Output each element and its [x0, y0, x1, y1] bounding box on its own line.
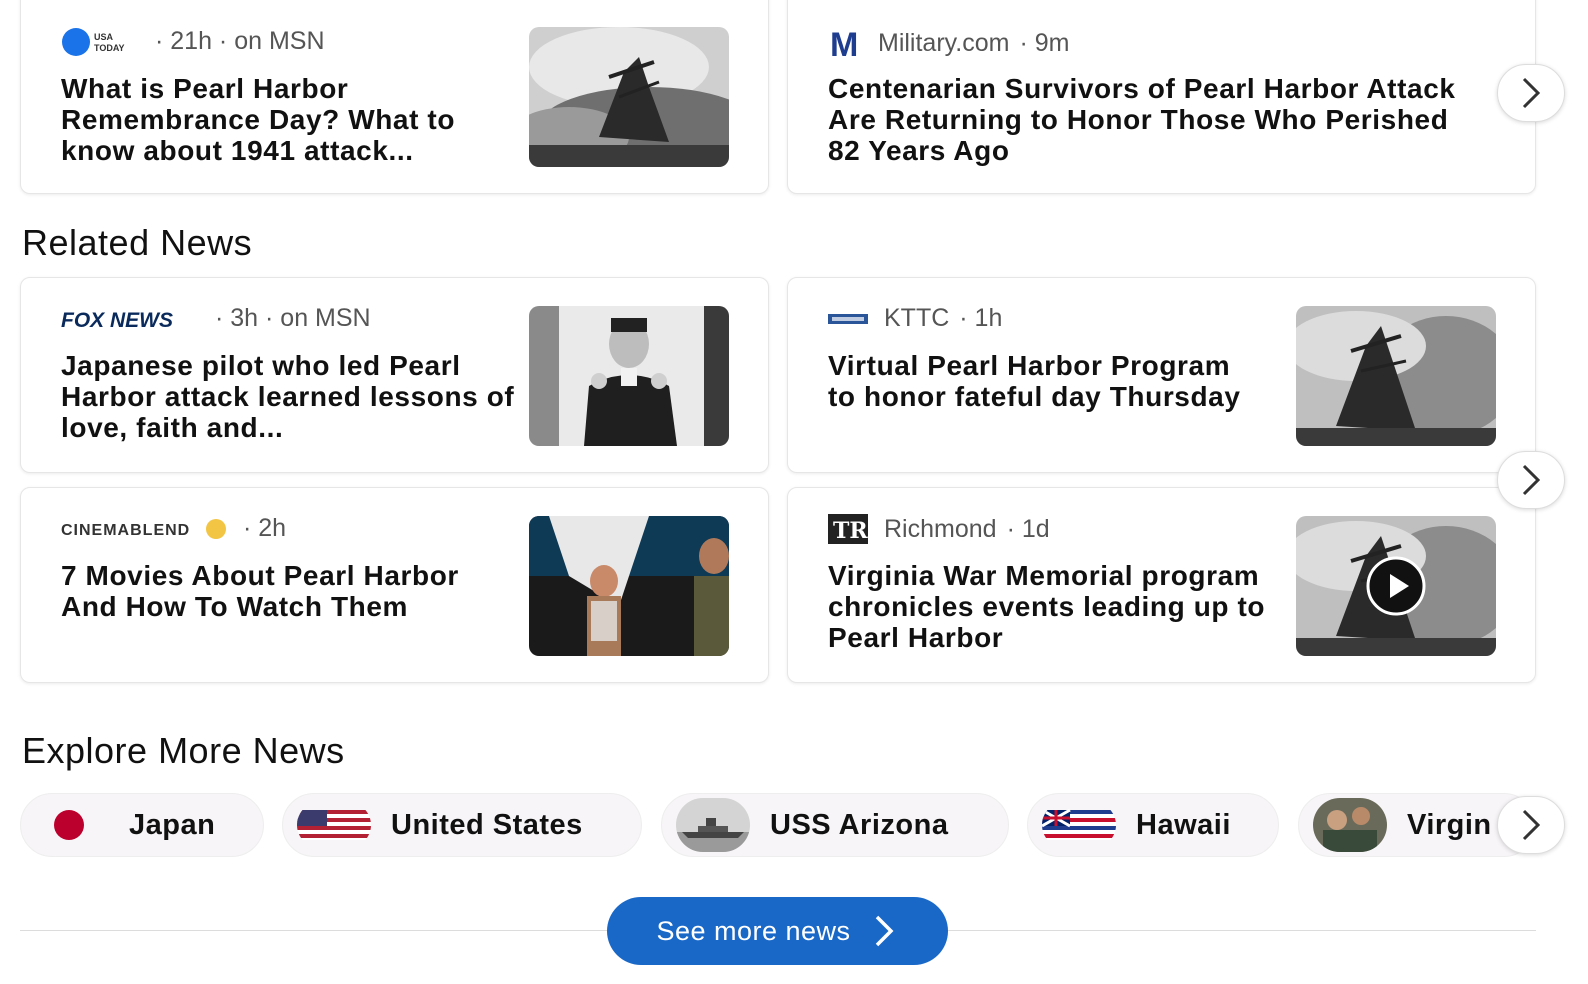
source-row: USA TODAY · 21h · on MSN — [61, 27, 325, 56]
chevron-right-icon — [1522, 77, 1541, 109]
topic-chip-hawaii[interactable]: Hawaii — [1027, 793, 1279, 857]
see-more-label: See more news — [656, 915, 851, 946]
source-meta: · 1d — [1006, 514, 1050, 543]
richmond-logo-icon: TR — [828, 514, 868, 544]
us-flag-icon — [297, 802, 371, 848]
chip-label: USS Arizona — [770, 808, 949, 841]
svg-text:FOX NEWS: FOX NEWS — [61, 309, 173, 332]
chevron-right-icon — [1522, 809, 1541, 841]
virginia-photo-icon — [1313, 798, 1387, 852]
section-title-explore-more-news: Explore More News — [22, 730, 345, 771]
svg-text:USA: USA — [94, 32, 114, 42]
headline[interactable]: Virginia War Memorial program chronicles… — [828, 560, 1278, 653]
source-name: Military.com — [878, 28, 1010, 57]
topics-carousel-next-button[interactable] — [1497, 796, 1565, 854]
chevron-right-icon — [1522, 464, 1541, 496]
battleship-icon — [676, 798, 750, 852]
headline[interactable]: Centenarian Survivors of Pearl Harbor At… — [828, 73, 1488, 166]
news-card-fox[interactable]: FOX NEWS · 3h · on MSN Japanese pilot wh… — [20, 277, 769, 473]
fox-news-logo-icon: FOX NEWS — [61, 306, 205, 332]
thumbnail-image — [529, 306, 729, 446]
headline[interactable]: 7 Movies About Pearl Harbor And How To W… — [61, 560, 521, 622]
thumbnail-image — [529, 516, 729, 656]
source-row: KTTC · 1h — [828, 304, 1002, 333]
usa-today-logo-icon: USA TODAY — [61, 27, 145, 56]
source-row: CINEMABLEND · 2h — [61, 514, 286, 543]
source-meta: · 21h · on MSN — [155, 27, 325, 55]
kttc-logo-icon — [828, 313, 868, 324]
news-card-cinemablend[interactable]: CINEMABLEND · 2h 7 Movies About Pearl Ha… — [20, 487, 769, 683]
source-meta: · 1h — [959, 304, 1003, 332]
svg-text:TODAY: TODAY — [94, 43, 125, 53]
chevron-right-icon — [875, 915, 894, 947]
thumbnail-image — [529, 27, 729, 167]
video-thumbnail[interactable] — [1296, 516, 1496, 656]
news-card-richmond[interactable]: TR Richmond · 1d Virginia War Memorial p… — [787, 487, 1536, 683]
headline[interactable]: Virtual Pearl Harbor Program to honor fa… — [828, 350, 1258, 412]
carousel-next-button[interactable] — [1497, 64, 1565, 122]
source-meta: · 9m — [1019, 28, 1070, 57]
chip-label: Hawaii — [1136, 808, 1231, 841]
source-meta: · 2h — [243, 514, 287, 542]
news-card-usa-today[interactable]: USA TODAY · 21h · on MSN What is Pearl H… — [20, 0, 769, 194]
source-meta: · 3h · on MSN — [215, 304, 371, 332]
source-row: TR Richmond · 1d — [828, 514, 1050, 544]
hawaii-flag-icon — [1042, 802, 1116, 848]
svg-text:M: M — [830, 27, 858, 59]
chip-label: Japan — [129, 808, 216, 841]
svg-text:TR: TR — [833, 518, 868, 544]
japan-flag-icon — [35, 802, 109, 848]
headline[interactable]: Japanese pilot who led Pearl Harbor atta… — [61, 350, 521, 443]
news-card-kttc[interactable]: KTTC · 1h Virtual Pearl Harbor Program t… — [787, 277, 1536, 473]
svg-text:CINEMABLEND: CINEMABLEND — [61, 522, 190, 539]
thumbnail-image — [1296, 306, 1496, 446]
chip-label: United States — [391, 808, 583, 841]
news-card-military[interactable]: M Military.com · 9m Centenarian Survivor… — [787, 0, 1536, 194]
topic-chip-japan[interactable]: Japan — [20, 793, 264, 857]
source-row: FOX NEWS · 3h · on MSN — [61, 304, 371, 333]
topic-chip-united-states[interactable]: United States — [282, 793, 642, 857]
play-icon — [1366, 556, 1426, 616]
topic-chip-uss-arizona[interactable]: USS Arizona — [661, 793, 1009, 857]
source-name: KTTC — [884, 304, 950, 332]
headline[interactable]: What is Pearl Harbor Remembrance Day? Wh… — [61, 73, 521, 166]
military-m-logo-icon: M — [828, 27, 862, 59]
section-title-related-news: Related News — [22, 222, 253, 263]
source-name: Richmond — [884, 514, 997, 543]
related-carousel-next-button[interactable] — [1497, 451, 1565, 509]
source-row: M Military.com · 9m — [828, 27, 1069, 59]
chip-label: Virgin — [1407, 808, 1492, 841]
cinemablend-logo-icon: CINEMABLEND — [61, 517, 233, 541]
see-more-news-button[interactable]: See more news — [607, 897, 948, 965]
